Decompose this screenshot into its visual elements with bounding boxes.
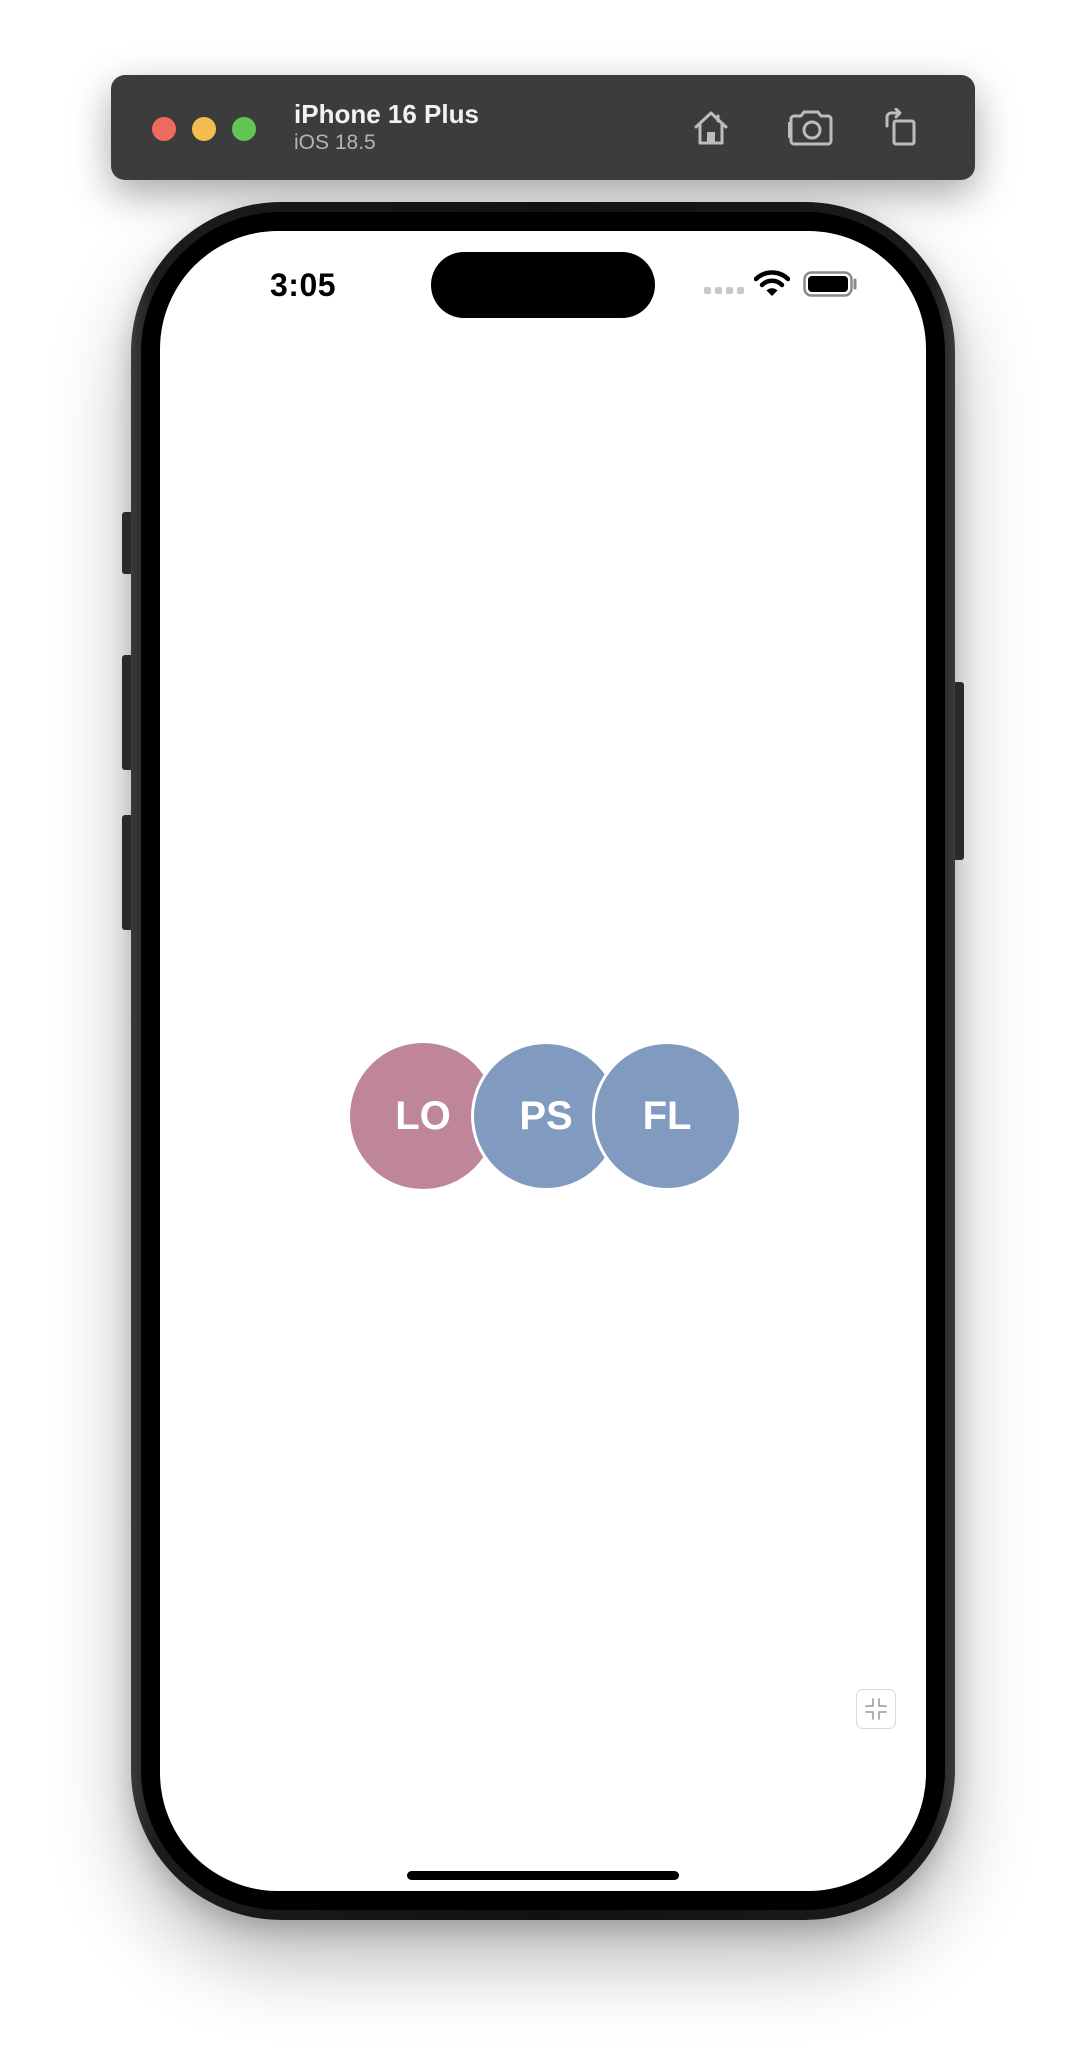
close-window-button[interactable] [152,117,176,141]
home-button[interactable] [686,103,736,153]
collapse-arrows-icon [865,1698,887,1720]
avatar-group: LO PS FL [160,231,926,1891]
collapse-button[interactable] [856,1689,896,1729]
screenshot-button[interactable] [786,103,836,153]
avatar-fl[interactable]: FL [592,1041,742,1191]
avatar-initials: PS [519,1093,573,1138]
home-icon [694,111,728,145]
os-version: iOS 18.5 [294,131,376,154]
rotate-button[interactable] [876,103,926,153]
minimize-window-button[interactable] [192,117,216,141]
zoom-window-button[interactable] [232,117,256,141]
simulator-toolbar: iPhone 16 Plus iOS 18.5 [111,75,975,180]
avatar-initials: FL [642,1093,692,1138]
device-screen: 3:05 LO PS FL [160,231,926,1891]
device-name: iPhone 16 Plus [294,99,479,129]
avatar-initials: LO [395,1093,451,1138]
simulator-window: iPhone 16 Plus iOS 18.5 3:05 LO PS FL [0,0,1086,2072]
camera-icon [788,110,833,146]
rotate-icon [885,108,916,146]
home-indicator[interactable] [407,1871,679,1880]
